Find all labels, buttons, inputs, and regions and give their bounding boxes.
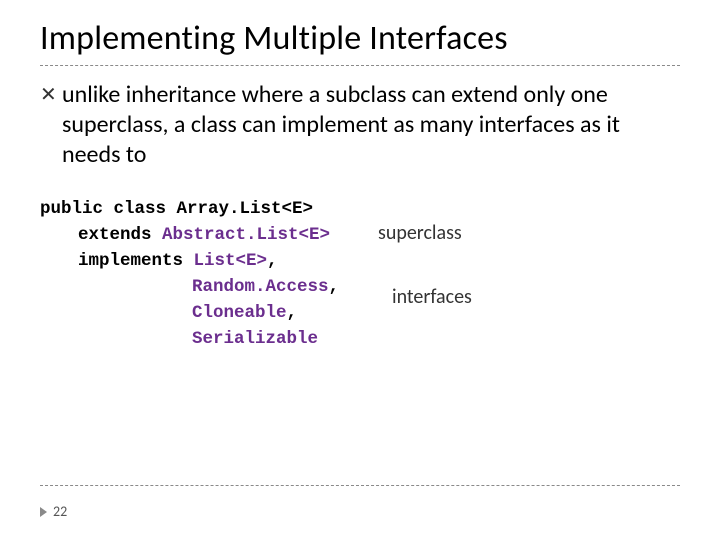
iface-list: List<E>: [194, 251, 268, 271]
code-line-5: Cloneable,: [40, 300, 680, 326]
kw-extends: extends: [78, 225, 162, 245]
slide-title: Implementing Multiple Interfaces: [40, 18, 680, 59]
code-block: public class Array.List<E> extends Abstr…: [40, 196, 680, 352]
iface-cloneable: Cloneable: [192, 303, 287, 323]
code-line-3: implements List<E>,: [40, 248, 680, 274]
classname-abstractlist: Abstract.List<E>: [162, 225, 330, 245]
annotation-interfaces: interfaces: [392, 284, 472, 310]
comma: ,: [329, 277, 340, 297]
comma: ,: [267, 251, 278, 271]
footer-divider: [40, 485, 680, 486]
code-line-6: Serializable: [40, 326, 680, 352]
bullet-item: ✕ unlike inheritance where a subclass ca…: [40, 80, 680, 170]
iface-randomaccess: Random.Access: [192, 277, 329, 297]
bullet-text: unlike inheritance where a subclass can …: [62, 80, 680, 170]
comma: ,: [287, 303, 298, 323]
classname-arraylist: Array.List<E>: [177, 199, 314, 219]
code-line-2: extends Abstract.List<E>: [40, 222, 680, 248]
kw-implements: implements: [78, 251, 194, 271]
bullet-icon: ✕: [40, 80, 62, 110]
kw-public-class: public class: [40, 199, 177, 219]
page-arrow-icon: [40, 507, 47, 517]
page-number: 22: [53, 503, 67, 520]
slide: Implementing Multiple Interfaces ✕ unlik…: [0, 0, 720, 540]
code-line-4: Random.Access,: [40, 274, 680, 300]
iface-serializable: Serializable: [192, 329, 318, 349]
title-divider: [40, 65, 680, 66]
code-line-1: public class Array.List<E>: [40, 196, 680, 222]
annotation-superclass: superclass: [378, 220, 462, 246]
page-number-area: 22: [40, 503, 67, 520]
